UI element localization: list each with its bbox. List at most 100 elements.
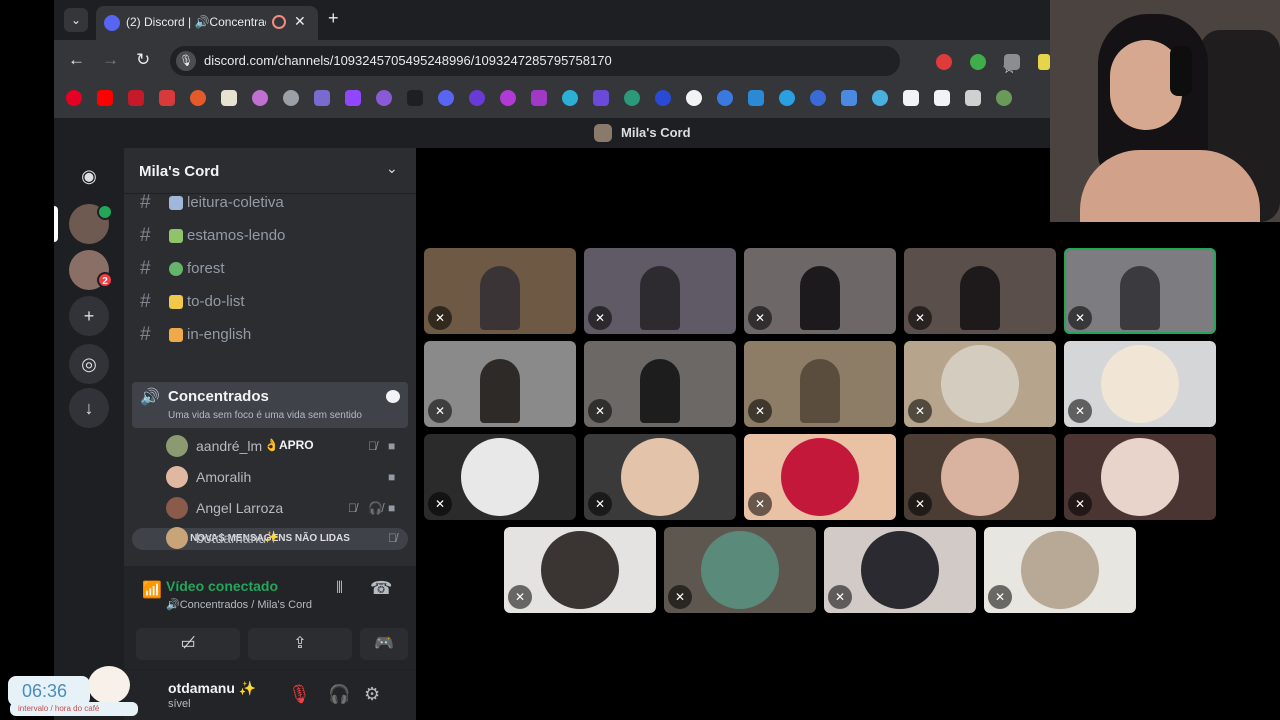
add-server-icon[interactable]: + (69, 296, 109, 336)
extension-icon[interactable] (936, 54, 952, 70)
username[interactable]: otdamanu ✨ (168, 680, 256, 697)
voice-user-name: Amoralih (196, 469, 252, 485)
active-tab[interactable]: (2) Discord | 🔊Concentrad ✕ (96, 6, 318, 40)
video-tile[interactable]: ✕ (744, 248, 896, 334)
chevron-down-icon[interactable]: ⌄ (386, 160, 398, 177)
video-tile[interactable]: ✕ (904, 434, 1056, 520)
amazon-bookmark-icon[interactable] (934, 90, 950, 106)
youtube-bookmark-icon[interactable] (97, 90, 113, 106)
participant-camera-feed (800, 266, 840, 330)
new-tab-button[interactable]: + (328, 8, 339, 29)
video-tile[interactable]: ✕ (904, 341, 1056, 427)
voice-user-row[interactable]: Amoralih ■ (160, 463, 408, 491)
participant-avatar (461, 438, 539, 516)
explore-servers-icon[interactable]: ◎ (69, 344, 109, 384)
bookmark-icon[interactable] (965, 90, 981, 106)
disconnect-icon[interactable]: ☎ (370, 578, 392, 599)
video-tile[interactable]: ✕ (1064, 341, 1216, 427)
back-button[interactable]: ← (68, 50, 85, 70)
voice-channel-concentrados[interactable]: 🔊 Concentrados Uma vida sem foco é uma v… (132, 382, 408, 428)
globe-bookmark-icon[interactable] (283, 90, 299, 106)
bookmark-icon[interactable] (686, 90, 702, 106)
participant-avatar (701, 531, 779, 609)
headset-icon[interactable]: 🎧 (328, 684, 350, 705)
open-chat-icon[interactable] (386, 390, 400, 403)
address-bar[interactable]: 🎙 discord.com/channels/10932457054952489… (170, 46, 1016, 77)
bookmark-icon[interactable] (996, 90, 1012, 106)
telegram-bookmark-icon[interactable] (779, 90, 795, 106)
bookmark-icon[interactable] (748, 90, 764, 106)
settings-gear-icon[interactable]: ⚙ (364, 684, 380, 705)
extension-icon[interactable] (1038, 54, 1050, 70)
reload-button[interactable]: ↻ (136, 50, 150, 70)
bookmark-icon[interactable] (190, 90, 206, 106)
muted-mic-icon: ✕ (748, 492, 772, 516)
forward-button[interactable]: → (102, 50, 119, 70)
channel-leitura-coletiva[interactable]: # leitura-coletiva (132, 188, 408, 218)
tab-search-button[interactable]: ⌄ (64, 8, 88, 32)
bookmark-icon[interactable] (314, 90, 330, 106)
extension-icon[interactable] (1004, 54, 1020, 70)
bookmark-icon[interactable] (562, 90, 578, 106)
bookmark-icon[interactable] (221, 90, 237, 106)
video-tile[interactable]: ✕ (424, 434, 576, 520)
bookmark-icon[interactable] (252, 90, 268, 106)
voice-user-row[interactable]: botdamanu ✨ 🎙̸ (160, 524, 408, 552)
bookmark-icon[interactable] (810, 90, 826, 106)
video-tile[interactable]: ✕ (584, 248, 736, 334)
tab-strip: ⌄ (2) Discord | 🔊Concentrad ✕ + (54, 0, 1050, 40)
screen-share-button[interactable]: ⇪ (248, 628, 352, 660)
video-tile[interactable]: ✕ (584, 341, 736, 427)
twitch-bookmark-icon[interactable] (345, 90, 361, 106)
bookmark-icon[interactable] (407, 90, 423, 106)
bookmark-icon[interactable] (593, 90, 609, 106)
bookmark-icon[interactable] (531, 90, 547, 106)
voice-connected-channel[interactable]: 🔊Concentrados / Mila's Cord (166, 598, 312, 611)
voice-user-row[interactable]: Angel Larroza 🎙̸ 🎧̸ ■ (160, 494, 408, 522)
discord-bookmark-icon[interactable] (438, 90, 454, 106)
voice-user-row[interactable]: aandré_lm 👌APRO 🎙̸ ■ (160, 432, 408, 460)
bookmark-icon[interactable] (376, 90, 392, 106)
server-avatar-icon (594, 124, 612, 142)
microphone-icon[interactable]: 🎙 (176, 51, 196, 71)
pinterest-bookmark-icon[interactable] (66, 90, 82, 106)
video-tile[interactable]: ✕ (1064, 434, 1216, 520)
camera-off-button[interactable]: ▭̸ (136, 628, 240, 660)
bookmark-icon[interactable] (159, 90, 175, 106)
signal-icon[interactable]: 📶 (142, 580, 162, 600)
bookmark-icon[interactable] (624, 90, 640, 106)
video-tile[interactable]: ✕ (824, 527, 976, 613)
bookmark-icon[interactable] (872, 90, 888, 106)
close-tab-icon[interactable]: ✕ (294, 13, 306, 30)
video-tile[interactable]: ✕ (424, 341, 576, 427)
video-tile[interactable]: ✕ (584, 434, 736, 520)
bookmark-icon[interactable] (655, 90, 671, 106)
channel-estamos-lendo[interactable]: # estamos-lendo (132, 221, 408, 251)
video-tile[interactable]: ✕ (904, 248, 1056, 334)
video-tile[interactable]: ✕ (744, 434, 896, 520)
video-tile[interactable]: ✕ (1064, 248, 1216, 334)
video-tile[interactable]: ✕ (424, 248, 576, 334)
channel-to-do-list[interactable]: # to-do-list (132, 287, 408, 317)
avatar (166, 435, 188, 457)
noise-suppression-icon[interactable]: ⦀ (336, 580, 343, 598)
video-tile[interactable]: ✕ (504, 527, 656, 613)
discord-home-icon[interactable]: ◉ (69, 156, 109, 196)
voice-connected-title[interactable]: Vídeo conectado (166, 578, 278, 594)
voice-channel-name: Concentrados (168, 388, 269, 405)
video-tile[interactable]: ✕ (664, 527, 816, 613)
extension-icon[interactable] (970, 54, 986, 70)
video-tile[interactable]: ✕ (984, 527, 1136, 613)
bookmark-icon[interactable] (469, 90, 485, 106)
download-apps-icon[interactable]: ↓ (69, 388, 109, 428)
video-tile[interactable]: ✕ (744, 341, 896, 427)
bookmark-icon[interactable] (500, 90, 516, 106)
bookmark-icon[interactable] (841, 90, 857, 106)
channel-forest[interactable]: # forest (132, 254, 408, 284)
bookmark-icon[interactable] (717, 90, 733, 106)
channel-in-english[interactable]: # in-english (132, 320, 408, 350)
bookmark-icon[interactable] (128, 90, 144, 106)
activities-button[interactable]: 🎮 (360, 628, 408, 660)
amazon-bookmark-icon[interactable] (903, 90, 919, 106)
mute-mic-icon[interactable]: 🎙 (288, 684, 311, 705)
